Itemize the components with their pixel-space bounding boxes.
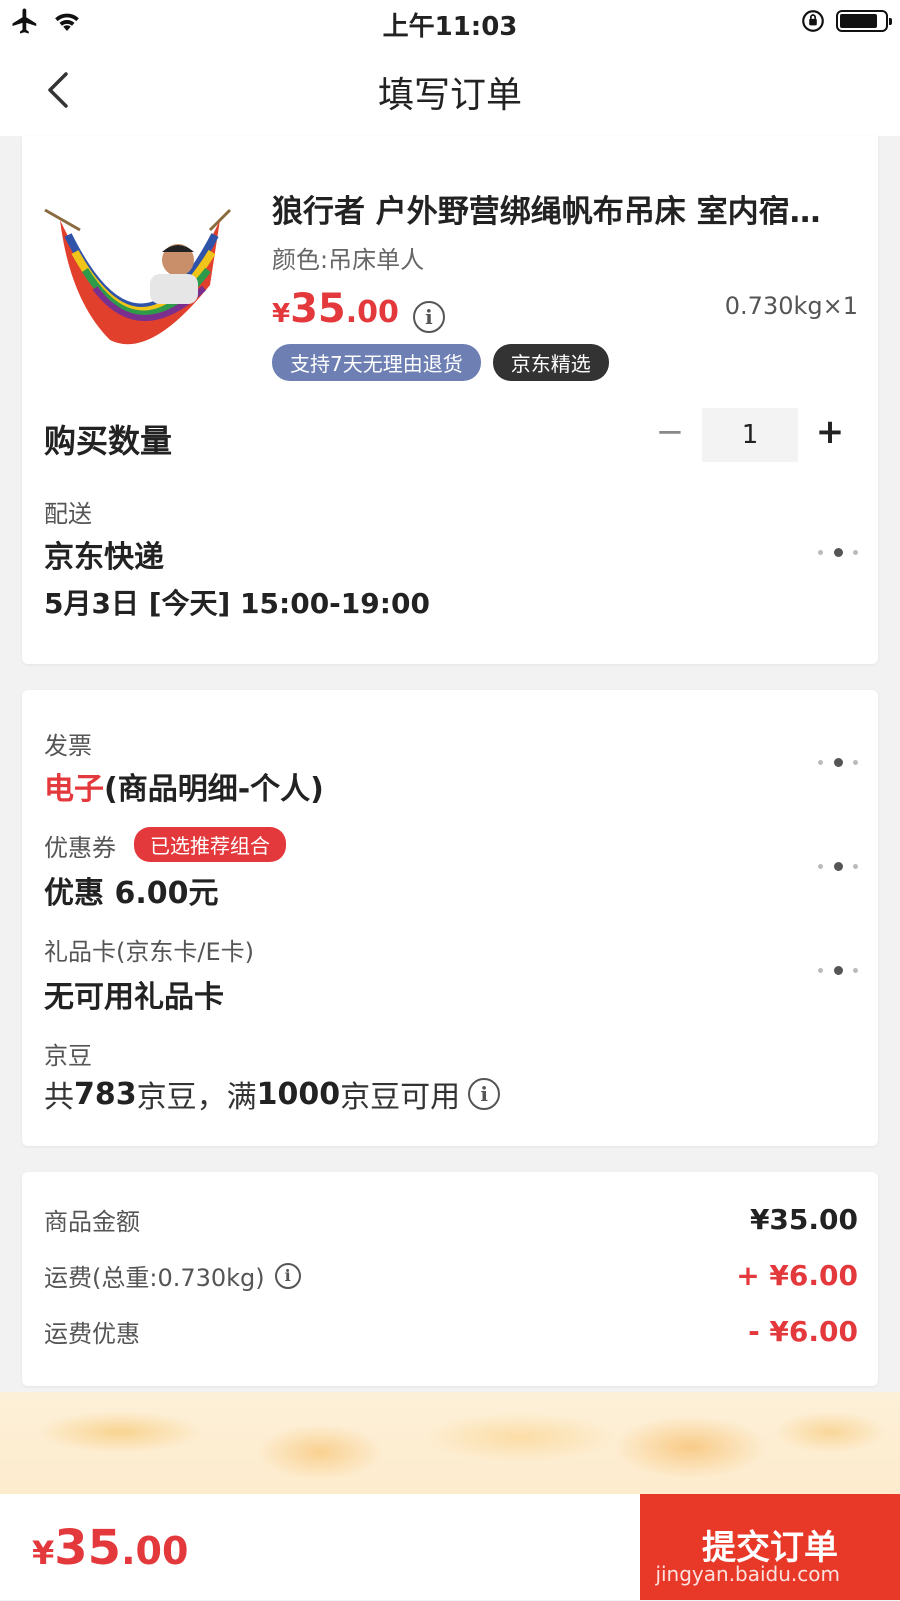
status-right-icons: [800, 8, 892, 34]
nav-bar: 填写订单: [0, 44, 900, 136]
jd-bean-text-2: 京豆，满: [136, 1080, 257, 1115]
quantity-minus-button[interactable]: −: [655, 412, 685, 452]
price-info-icon[interactable]: i: [412, 301, 445, 333]
product-image[interactable]: [40, 190, 240, 360]
delivery-carrier[interactable]: 京东快递: [44, 532, 164, 576]
jd-bean-threshold: 1000: [256, 1076, 341, 1112]
order-total: ¥ 35 .00: [32, 1520, 188, 1576]
coupon-value[interactable]: 优惠 6.00元: [44, 868, 218, 912]
price-summary-card: 商品金额 ¥35.00 运费(总重:0.730kg) i + ¥6.00 运费优惠…: [22, 1172, 878, 1386]
coupon-badge: 已选推荐组合: [134, 827, 286, 862]
jd-bean-label: 京豆: [44, 1042, 92, 1070]
total-decimal: .00: [121, 1529, 189, 1573]
quantity-input[interactable]: 1: [702, 408, 798, 462]
product-price: ¥ 35 .00 i: [272, 286, 445, 333]
freight-info-icon[interactable]: i: [274, 1262, 301, 1289]
tag-jd-selected: 京东精选: [492, 344, 609, 381]
goods-amount-value: ¥35.00: [749, 1203, 858, 1236]
product-spec: 颜色:吊床单人: [272, 246, 425, 274]
orientation-lock-icon: [802, 10, 824, 32]
invoice-more-icon[interactable]: [818, 752, 858, 772]
decorative-brush-banner: [0, 1392, 900, 1502]
invoice-value[interactable]: 电子(商品明细-个人): [44, 764, 324, 808]
jd-bean-text-1: 共: [44, 1080, 74, 1115]
gift-card-more-icon[interactable]: [818, 960, 858, 980]
gift-card-label: 礼品卡(京东卡/E卡): [44, 938, 254, 966]
product-card: 狼行者 户外野营绑绳帆布吊床 室内宿… 颜色:吊床单人 ¥ 35 .00 i 0…: [22, 136, 878, 664]
quantity-label: 购买数量: [44, 422, 173, 460]
coupon-more-icon[interactable]: [818, 856, 858, 876]
product-weight: 0.730kg×1: [724, 292, 858, 320]
status-bar: 上午11:03: [0, 0, 900, 44]
price-integer: 35: [290, 286, 346, 332]
price-decimal: .00: [345, 295, 399, 330]
page-title: 填写订单: [377, 75, 522, 116]
product-title[interactable]: 狼行者 户外野营绑绳帆布吊床 室内宿…: [272, 186, 862, 231]
quantity-plus-button[interactable]: +: [812, 412, 848, 452]
price-currency: ¥: [272, 299, 291, 329]
status-time: 上午11:03: [382, 12, 518, 42]
freight-label: 运费(总重:0.730kg): [44, 1264, 265, 1292]
delivery-label: 配送: [44, 500, 92, 528]
invoice-type: 电子: [44, 772, 104, 807]
freight-discount-label: 运费优惠: [44, 1320, 140, 1348]
freight-label-wrap: 运费(总重:0.730kg) i: [44, 1258, 301, 1293]
total-integer: 35: [54, 1520, 122, 1576]
invoice-detail: (商品明细-个人): [104, 772, 324, 807]
jd-bean-count: 783: [74, 1076, 137, 1112]
tag-return-policy: 支持7天无理由退货: [272, 344, 481, 381]
watermark: jingyan.baidu.com: [655, 1562, 840, 1586]
battery-icon: [836, 10, 892, 32]
delivery-time[interactable]: 5月3日 [今天] 15:00-19:00: [44, 582, 430, 622]
bottom-bar: ¥ 35 .00 提交订单 jingyan.baidu.com: [0, 1494, 900, 1600]
freight-value: + ¥6.00: [736, 1259, 858, 1292]
jd-bean-value: 共 783 京豆，满 1000 京豆可用 i: [44, 1072, 501, 1116]
payment-options-card: 发票 电子(商品明细-个人) 优惠券 已选推荐组合 优惠 6.00元 礼品卡(京…: [22, 690, 878, 1146]
gift-card-value[interactable]: 无可用礼品卡: [44, 972, 224, 1016]
jd-bean-info-icon[interactable]: i: [468, 1078, 501, 1110]
freight-row: 运费(总重:0.730kg) i + ¥6.00: [44, 1258, 858, 1293]
jd-bean-text-3: 京豆可用: [340, 1080, 461, 1115]
total-currency: ¥: [32, 1534, 55, 1572]
coupon-label: 优惠券: [44, 834, 116, 862]
delivery-more-icon[interactable]: [818, 542, 858, 562]
freight-discount-row: 运费优惠 - ¥6.00: [44, 1314, 858, 1349]
goods-amount-label: 商品金额: [44, 1208, 140, 1236]
freight-discount-value: - ¥6.00: [748, 1315, 858, 1348]
product-tags: 支持7天无理由退货 京东精选: [272, 344, 609, 381]
invoice-label: 发票: [44, 732, 92, 760]
goods-amount-row: 商品金额 ¥35.00: [44, 1202, 858, 1237]
